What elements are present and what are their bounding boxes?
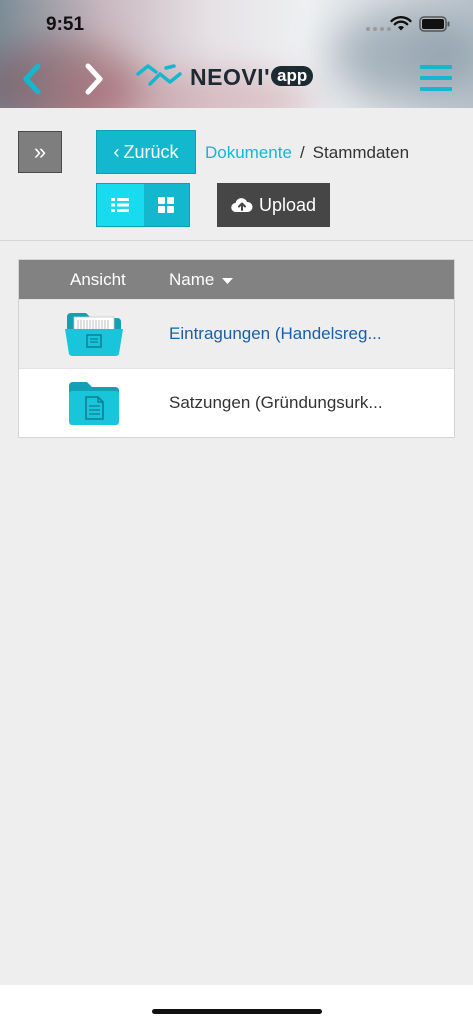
row-name-link[interactable]: Eintragungen (Handelsreg... xyxy=(169,324,382,344)
folder-document-icon xyxy=(69,382,119,425)
table-row[interactable]: Eintragungen (Handelsreg... xyxy=(19,299,454,368)
status-time: 9:51 xyxy=(46,14,85,35)
expand-sidebar-button[interactable]: » xyxy=(18,131,62,173)
breadcrumb-separator: / xyxy=(299,143,305,162)
grid-view-button[interactable] xyxy=(143,184,189,226)
table-header: Ansicht Name xyxy=(19,260,454,299)
folder-open-document-icon xyxy=(65,313,123,356)
hamburger-menu-icon[interactable] xyxy=(420,65,452,91)
column-header-view: Ansicht xyxy=(70,269,126,289)
row-icon-cell xyxy=(19,380,169,426)
home-indicator[interactable] xyxy=(152,1009,322,1014)
view-mode-toggle xyxy=(96,183,190,227)
row-icon-cell xyxy=(19,311,169,357)
sort-down-icon xyxy=(222,278,234,284)
app-header: 9:51 NEOVI' app xyxy=(0,0,473,108)
logo-text: NEOVI' xyxy=(190,63,271,90)
grid-icon xyxy=(158,197,175,213)
battery-icon xyxy=(419,16,450,32)
documents-table: Ansicht Name Eintragungen (Handelsreg...… xyxy=(18,259,455,438)
row-name[interactable]: Satzungen (Gründungsurk... xyxy=(169,393,383,413)
upload-button[interactable]: Upload xyxy=(217,183,330,227)
toolbar-divider xyxy=(0,240,473,241)
chevron-left-small-icon: ‹ xyxy=(113,141,120,162)
list-view-button[interactable] xyxy=(97,184,144,226)
double-chevron-right-icon: » xyxy=(33,139,47,164)
chevron-right-icon[interactable] xyxy=(82,62,106,96)
list-icon xyxy=(111,198,130,212)
back-button[interactable]: ‹ Zurück xyxy=(96,130,196,174)
wifi-icon xyxy=(390,16,412,31)
chevron-left-icon[interactable] xyxy=(20,62,44,96)
cloud-upload-icon xyxy=(231,198,253,213)
bottom-safe-area xyxy=(0,985,473,1024)
logo-mark-icon xyxy=(136,64,182,86)
logo-badge: app xyxy=(271,66,314,86)
column-header-name-label: Name xyxy=(169,269,215,289)
upload-button-label: Upload xyxy=(258,194,317,215)
breadcrumb-current: Stammdaten xyxy=(312,143,410,162)
column-header-name[interactable]: Name xyxy=(169,269,234,290)
app-logo: NEOVI' app xyxy=(136,62,314,92)
signal-icon xyxy=(366,27,391,31)
table-row[interactable]: Satzungen (Gründungsurk... xyxy=(19,368,454,437)
back-button-label: Zurück xyxy=(123,141,179,162)
breadcrumb-link-dokumente[interactable]: Dokumente xyxy=(205,143,292,163)
breadcrumb: Dokumente / Stammdaten xyxy=(205,143,409,163)
